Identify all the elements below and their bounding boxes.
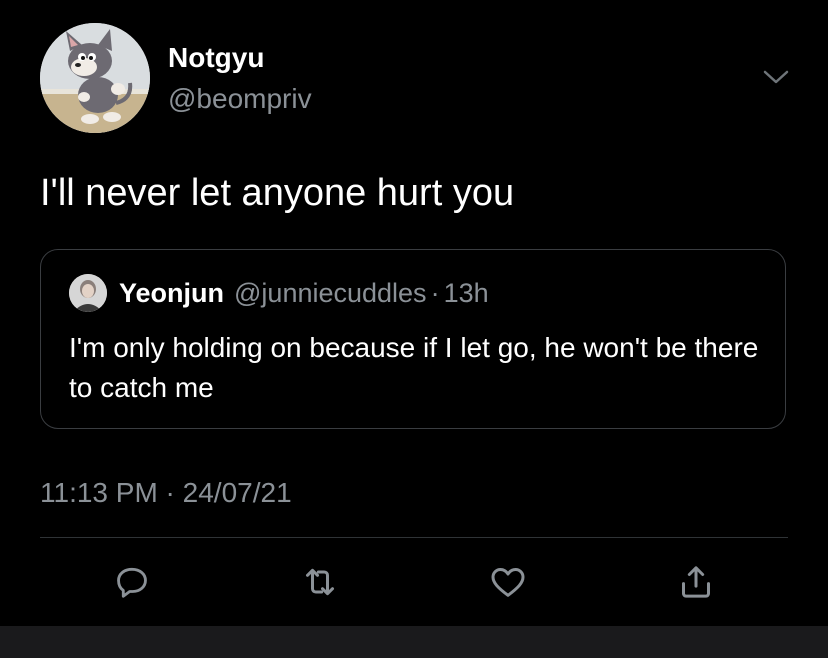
quoted-tweet-card[interactable]: Yeonjun @junniecuddles · 13h I'm only holdi… xyxy=(40,249,786,429)
reply-icon xyxy=(117,567,147,598)
tweet-text: I'll never let anyone hurt you xyxy=(40,172,515,214)
retweet-button[interactable] xyxy=(300,562,340,602)
quoted-tweet-text: I'm only holding on because if I let go,… xyxy=(69,332,759,403)
author-avatar[interactable] xyxy=(40,23,150,133)
like-button[interactable] xyxy=(488,562,528,602)
person-avatar-icon xyxy=(69,274,107,312)
tweet-detail: Notgyu @beompriv I'll never let anyone h… xyxy=(0,0,828,658)
author-handle[interactable]: @beompriv xyxy=(168,82,312,116)
share-button[interactable] xyxy=(676,562,716,602)
quoted-author-avatar[interactable] xyxy=(69,274,107,312)
quoted-separator: · xyxy=(430,278,440,308)
quoted-tweet-header: Yeonjun @junniecuddles · 13h xyxy=(119,276,489,310)
tweet-timestamp[interactable]: 11:13 PM · 24/07/21 xyxy=(40,476,292,510)
chevron-down-icon xyxy=(763,70,789,84)
quoted-time-ago: 13h xyxy=(443,278,489,308)
heart-icon xyxy=(491,568,525,597)
share-icon xyxy=(682,566,710,598)
cartoon-cat-avatar-icon xyxy=(40,23,150,133)
bottom-bar xyxy=(0,626,828,658)
reply-button[interactable] xyxy=(112,562,152,602)
tweet-menu-button[interactable] xyxy=(762,66,790,88)
author-display-name[interactable]: Notgyu xyxy=(168,41,264,75)
divider xyxy=(40,537,788,538)
retweet-icon xyxy=(306,568,334,596)
quoted-author-handle[interactable]: @junniecuddles xyxy=(234,278,427,308)
quoted-author-name[interactable]: Yeonjun xyxy=(119,278,224,308)
